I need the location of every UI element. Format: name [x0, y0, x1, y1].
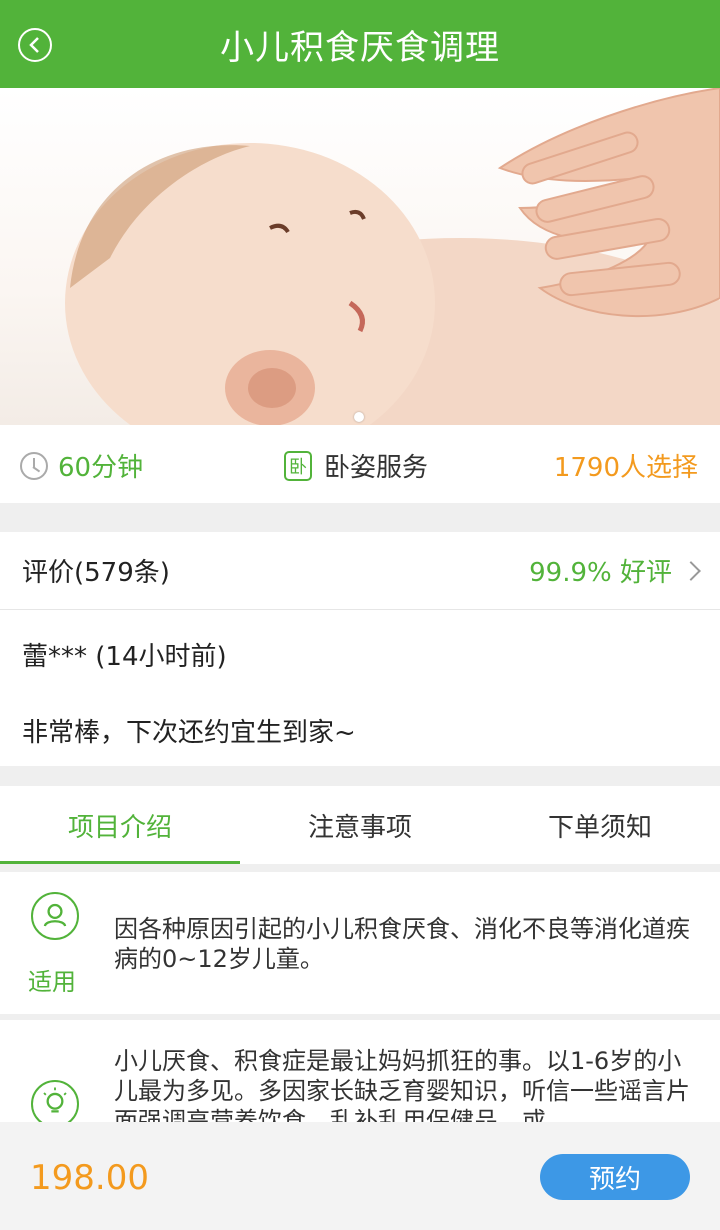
tab-order-info[interactable]: 下单须知: [480, 786, 720, 864]
back-icon: [29, 37, 39, 53]
review-text: 非常棒，下次还约宜生到家~: [22, 718, 356, 748]
lightbulb-icon: [31, 1080, 79, 1128]
review-rating: 99.9% 好评: [529, 552, 701, 589]
order-footer: 198.00 预约: [0, 1122, 720, 1230]
person-icon: [31, 892, 79, 940]
review-count: 评价(579条): [22, 558, 170, 588]
page-title: 小儿积食厌食调理: [220, 27, 500, 68]
intro-section: 小儿厌食、积食症是最让妈妈抓狂的事。以1-6岁的小儿最为多见。多因家长缺乏育婴知…: [0, 1020, 720, 1130]
position-label: 卧姿服务: [324, 453, 429, 483]
clock-icon: [20, 451, 48, 480]
review-author: 蕾*** (14小时前): [22, 642, 227, 672]
suitable-section: 适用 因各种原因引起的小儿积食厌食、消化不良等消化道疾病的0~12岁儿童。: [0, 872, 720, 1014]
book-button[interactable]: 预约: [540, 1154, 690, 1200]
back-button[interactable]: [18, 28, 52, 62]
service-position: 卧 卧姿服务: [284, 447, 428, 484]
review-header-link[interactable]: 评价(579条) 99.9% 好评: [0, 532, 720, 610]
duration-label: 60分钟: [58, 453, 144, 483]
tab-notes[interactable]: 注意事项: [240, 786, 480, 864]
tab-project-intro[interactable]: 项目介绍: [0, 786, 240, 864]
chevron-right-icon: [681, 560, 701, 581]
intro-text: 小儿厌食、积食症是最让妈妈抓狂的事。以1-6岁的小儿最为多见。多因家长缺乏育婴知…: [114, 1047, 690, 1130]
header-bar: 小儿积食厌食调理: [0, 0, 720, 88]
review-section: 评价(579条) 99.9% 好评 蕾*** (14小时前) 非常棒，下次还约宜…: [0, 532, 720, 766]
hero-banner-image[interactable]: [0, 88, 720, 425]
baby-massage-illustration: [65, 88, 720, 425]
rating-text: 99.9% 好评: [529, 558, 672, 588]
selection-count: 1790人选择: [553, 453, 698, 483]
duration: 60分钟: [20, 447, 143, 484]
carousel-indicator[interactable]: [354, 412, 364, 422]
service-info-strip: 60分钟 卧 卧姿服务 1790人选择: [0, 425, 720, 503]
suitable-label: 适用: [28, 968, 76, 996]
app-screen: 小儿积食厌食调理 60分钟 卧 卧姿服务 1790人选择 评价(579条) 99…: [0, 0, 720, 1230]
lie-down-icon: 卧: [284, 450, 312, 481]
price: 198.00: [30, 1158, 149, 1198]
detail-tabs: 项目介绍 注意事项 下单须知: [0, 786, 720, 864]
suitable-text: 因各种原因引起的小儿积食厌食、消化不良等消化道疾病的0~12岁儿童。: [114, 915, 690, 973]
